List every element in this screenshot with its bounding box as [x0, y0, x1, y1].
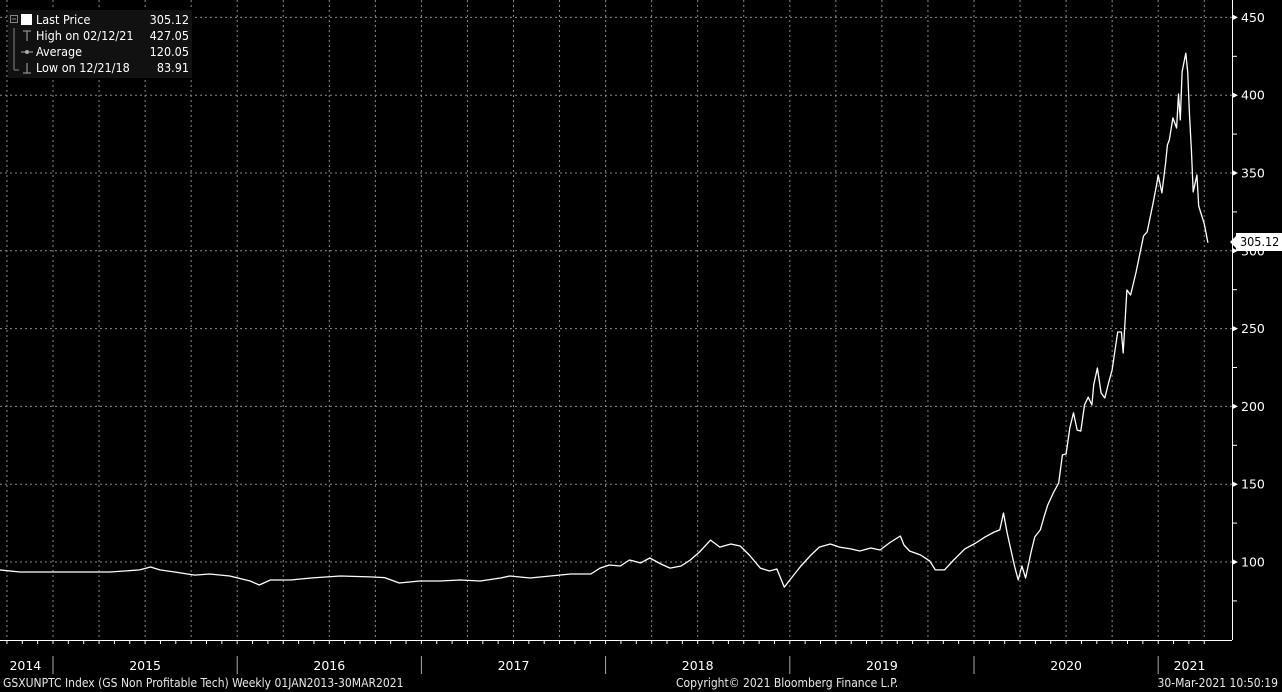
legend-last-price: Last Price 305.12 — [8, 12, 192, 28]
legend-average: Average 120.05 — [8, 44, 192, 60]
y-tick-label: 100 — [1241, 555, 1265, 570]
x-tick-label: 2017 — [498, 658, 530, 673]
low-marker-icon — [13, 60, 31, 74]
x-tick-label: 2021 — [1174, 658, 1206, 673]
y-tick-label: 350 — [1241, 166, 1265, 181]
high-marker-icon — [13, 28, 31, 44]
copyright: Copyright© 2021 Bloomberg Finance L.P. — [676, 676, 899, 690]
x-tick-label: 2018 — [682, 658, 714, 673]
collapse-icon[interactable] — [8, 12, 34, 28]
x-axis: 2014 2015 2016 2017 2018 2019 2020 2021 — [0, 640, 1232, 674]
price-chart: 100150200250300350400450 201420152016201… — [0, 0, 1265, 674]
legend: Last Price 305.12 High on 02/12/21 427.0… — [8, 10, 192, 78]
x-tick-label: 2014 — [9, 658, 41, 673]
average-marker-icon — [13, 44, 33, 60]
timestamp: 30-Mar-2021 10:50:19 — [1157, 676, 1278, 690]
ticker-description: GSXUNPTC Index (GS Non Profitable Tech) … — [3, 676, 404, 690]
x-tick-label: 2019 — [866, 658, 898, 673]
y-tick-label: 250 — [1241, 321, 1265, 336]
x-tick-label: 2020 — [1050, 658, 1082, 673]
x-tick-label: 2016 — [313, 658, 345, 673]
grid-lines — [0, 0, 1232, 640]
last-price-tag: 305.12 — [1229, 233, 1282, 251]
y-tick-label: 400 — [1241, 88, 1265, 103]
series-line-last-price — [0, 52, 1209, 588]
legend-high: High on 02/12/21 427.05 — [8, 28, 192, 44]
y-axis: 100150200250300350400450 — [1232, 0, 1265, 640]
legend-low: Low on 12/21/18 83.91 — [8, 60, 192, 76]
y-tick-label: 200 — [1241, 399, 1265, 414]
x-tick-label: 2015 — [129, 658, 161, 673]
y-tick-label: 150 — [1241, 477, 1265, 492]
y-tick-label: 450 — [1241, 10, 1265, 25]
